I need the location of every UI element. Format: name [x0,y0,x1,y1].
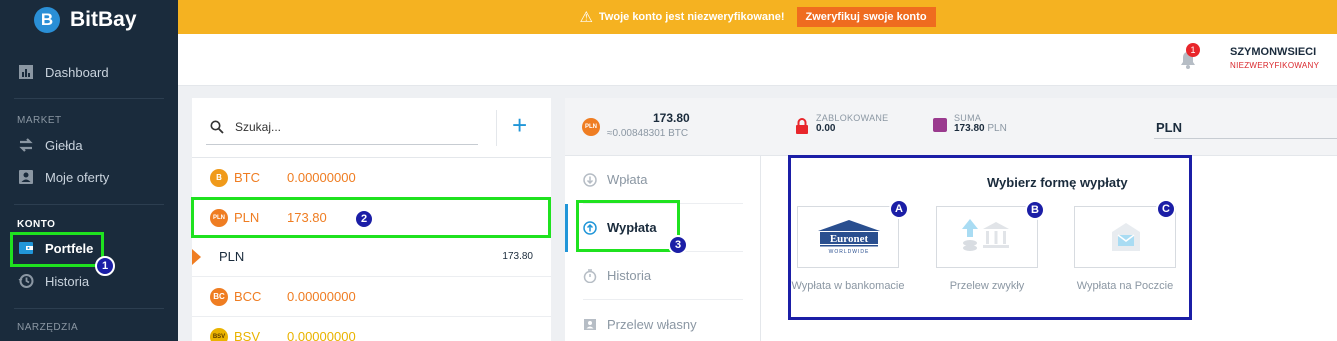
marker-3: 3 [668,235,688,255]
section-label-konto: KONTO [17,219,56,230]
btc-value: ≈0.00848301 [607,128,666,139]
wallet-row-bcc[interactable]: BC BCC 0.00000000 [192,277,551,317]
user-status: NIEZWERYFIKOWANY [1230,61,1320,70]
divider [14,204,164,205]
sub-wallet-value: 173.80 [502,251,533,262]
wallet-balance: 0.00000000 [287,289,356,304]
notification-badge: 1 [1186,43,1200,57]
sidebar: B BitBay Dashboard MARKET Giełda Moje of… [0,0,178,341]
marker-b: B [1025,200,1045,220]
warning-icon: ⚠ [579,9,593,26]
wallet-summary: PLN 173.80 ≈0.00848301 BTC ZABLOKOWANE 0… [565,98,1337,156]
sidebar-item-label: Moje oferty [45,169,110,185]
banner-message: Twoje konto jest niezweryfikowane! [598,11,785,23]
highlight-wyplata-tab [576,200,680,252]
sidebar-item-historia[interactable]: Historia [18,273,89,289]
deposit-icon [583,172,597,187]
highlight-withdraw-methods [788,155,1192,320]
marker-1: 1 [95,256,115,276]
bsv-icon: BSV [210,327,228,341]
history-icon [18,274,34,288]
sum-value: 173.80 [954,123,985,134]
marker-2: 2 [354,209,374,229]
sidebar-item-moje-oferty[interactable]: Moje oferty [18,169,109,185]
offers-icon [19,170,33,184]
own-transfer-icon [584,319,596,330]
marker-c: C [1156,199,1176,219]
btc-equivalent: ≈0.00848301 BTC [607,128,688,139]
blocked-value: 0.00 [816,123,836,134]
dashboard-icon [19,65,33,79]
sidebar-item-label: Giełda [45,137,83,153]
wallet-symbol: BSV [234,329,261,341]
wallet-amount: 173.80 [653,111,690,125]
pln-icon: PLN [582,118,600,136]
highlight-portfele [10,232,104,267]
tab-label: Przelew własny [607,316,697,332]
expand-arrow-icon [192,249,201,265]
wallet-search: Szukaj... + [192,98,551,158]
top-header: 1 SZYMONWSIECI NIEZWERYFIKOWANY [178,34,1337,86]
wallet-symbol: BCC [234,289,262,304]
search-icon [210,120,224,134]
blocked-label: ZABLOKOWANE [816,113,889,123]
currency-underline [1154,138,1337,139]
tab-label: Wpłata [607,172,648,187]
divider [14,98,164,99]
username[interactable]: SZYMONWSIECI [1230,46,1316,58]
total-funds: SUMA 173.80 PLN [954,113,1007,134]
search-underline [206,144,478,145]
search-input[interactable]: Szukaj... [235,120,281,134]
wallet-balance: 0.00000000 [287,329,356,341]
sub-wallet-name: PLN [219,249,245,264]
exchange-icon [19,138,33,152]
btc-icon: B [210,168,228,187]
bcc-icon: BC [210,287,228,306]
wallet-row-btc[interactable]: B BTC 0.00000000 [192,158,551,198]
lock-icon [796,118,808,134]
sidebar-item-dashboard[interactable]: Dashboard [18,64,109,80]
tab-przelew-wlasny[interactable]: Przelew własny [583,300,743,341]
sidebar-item-label: Dashboard [45,64,109,80]
currency-select[interactable]: PLN [1156,120,1182,135]
tab-label: Historia [607,268,652,283]
add-wallet-button[interactable]: + [512,112,527,138]
divider [496,110,497,146]
section-label-market: MARKET [17,115,62,126]
sub-wallet-row[interactable]: PLN 173.80 [192,237,551,277]
marker-a: A [889,199,909,219]
verification-banner: ⚠ Twoje konto jest niezweryfikowane! Zwe… [178,0,1337,34]
brand-name: BitBay [70,8,137,31]
logo[interactable]: B BitBay [0,0,178,40]
stopwatch-icon [583,268,597,283]
bitbay-logo-icon: B [34,7,60,33]
wallet-symbol: BTC [234,170,260,185]
sidebar-item-gielda[interactable]: Giełda [18,137,83,153]
sum-unit: PLN [987,123,1007,134]
sidebar-item-label: Historia [45,273,90,289]
section-label-narzedzia: NARZĘDZIA [17,322,79,333]
active-tab-indicator [565,204,568,252]
sum-label: SUMA [954,113,982,123]
wallet-balance: 0.00000000 [287,170,356,185]
divider [14,308,164,309]
blocked-funds: ZABLOKOWANE 0.00 [816,113,888,134]
tab-historia[interactable]: Historia [583,252,743,300]
sum-icon [933,118,947,132]
wallet-row-bsv[interactable]: BSV BSV 0.00000000 [192,317,551,341]
verify-account-button[interactable]: Zweryfikuj swoje konto [796,7,936,27]
tab-wplata[interactable]: Wpłata [583,156,743,204]
btc-unit: BTC [668,128,689,139]
sum-value-line: 173.80 PLN [954,123,1007,134]
